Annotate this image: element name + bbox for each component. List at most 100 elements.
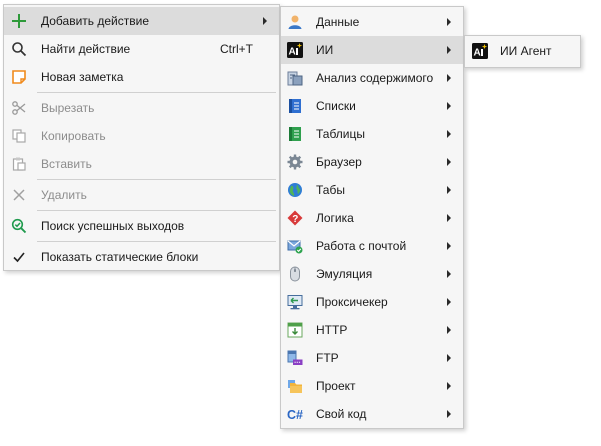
menu-item-copy[interactable]: Копировать: [4, 122, 279, 150]
search-check-icon: [11, 218, 27, 234]
submenu-item-own-code[interactable]: C# Свой код: [281, 400, 463, 428]
submenu-item-label: Проксичекер: [316, 295, 388, 309]
menu-item-cut[interactable]: Вырезать: [4, 94, 279, 122]
menu-item-label: Вставить: [41, 157, 92, 171]
submenu-arrow-icon: [447, 382, 451, 390]
menu-item-label: Вырезать: [41, 101, 95, 115]
submenu-item-ai-agent[interactable]: A ИИ Агент: [465, 37, 580, 65]
menu-item-label: Новая заметка: [41, 70, 124, 84]
menu-item-find-action[interactable]: Найти действие Ctrl+T: [4, 35, 279, 63]
logic-icon: ?: [287, 210, 303, 226]
proxy-checker-icon: [287, 295, 303, 310]
submenu-item-mail[interactable]: Работа с почтой: [281, 232, 463, 260]
submenu-item-browser[interactable]: Браузер: [281, 148, 463, 176]
menu-item-label: Копировать: [41, 129, 106, 143]
ftp-icon: [287, 350, 303, 365]
menu-separator: [37, 92, 276, 93]
submenu-arrow-icon: [447, 270, 451, 278]
submenu-arrow-icon: [447, 18, 451, 26]
submenu-arrow-icon: [447, 410, 451, 418]
scissors-icon: [12, 101, 26, 115]
note-icon: [12, 70, 26, 84]
submenu-item-lists[interactable]: Списки: [281, 92, 463, 120]
svg-text:A: A: [474, 48, 481, 59]
menu-item-label: Найти действие: [41, 42, 131, 56]
menu-item-show-static[interactable]: Показать статические блоки: [4, 243, 279, 271]
submenu-arrow-icon: [447, 242, 451, 250]
ai-submenu: A ИИ Агент: [464, 35, 581, 68]
submenu-arrow-icon: [447, 74, 451, 82]
plus-icon: [12, 14, 26, 28]
submenu-item-label: Проект: [316, 379, 356, 393]
submenu-item-label: Списки: [316, 99, 356, 113]
submenu-item-content-analysis[interactable]: Анализ содержимого: [281, 64, 463, 92]
menu-item-delete[interactable]: Удалить: [4, 181, 279, 209]
submenu-item-http[interactable]: HTTP: [281, 316, 463, 344]
menu-separator: [37, 241, 276, 242]
submenu-item-label: Таблицы: [316, 127, 366, 141]
copy-icon: [12, 129, 26, 143]
menu-separator: [37, 179, 276, 180]
lists-icon: [289, 99, 301, 113]
mail-icon: [287, 240, 303, 254]
user-data-icon: [288, 15, 302, 29]
submenu-item-tables[interactable]: Таблицы: [281, 120, 463, 148]
submenu-item-data[interactable]: Данные: [281, 8, 463, 36]
submenu-item-label: Логика: [316, 211, 354, 225]
submenu-arrow-icon: [447, 354, 451, 362]
submenu-item-label: HTTP: [316, 323, 348, 337]
submenu-item-proxy-checker[interactable]: Проксичекер: [281, 288, 463, 316]
submenu-item-label: Эмуляция: [316, 267, 373, 281]
menu-item-add-action[interactable]: Добавить действие: [4, 7, 279, 35]
submenu-item-label: Работа с почтой: [316, 239, 407, 253]
submenu-item-ai[interactable]: A ИИ: [281, 36, 463, 64]
search-icon: [12, 42, 27, 57]
submenu-arrow-icon: [447, 326, 451, 334]
menu-item-label: Добавить действие: [41, 14, 149, 28]
folder-icon: [288, 380, 302, 393]
submenu-item-ftp[interactable]: FTP: [281, 344, 463, 372]
svg-text:C#: C#: [287, 408, 303, 422]
context-menu: Добавить действие Найти действие Ctrl+T …: [3, 4, 280, 271]
csharp-icon: C#: [287, 408, 303, 422]
http-icon: [287, 322, 303, 338]
submenu-item-label: Свой код: [316, 407, 367, 421]
browser-gear-icon: [287, 154, 303, 170]
submenu-arrow-icon: [447, 298, 451, 306]
menu-item-label: Поиск успешных выходов: [41, 219, 185, 233]
mouse-icon: [290, 266, 300, 282]
submenu-item-emulation[interactable]: Эмуляция: [281, 260, 463, 288]
submenu-item-label: Браузер: [316, 155, 362, 169]
submenu-arrow-icon: [447, 186, 451, 194]
menu-item-search-success[interactable]: Поиск успешных выходов: [4, 212, 279, 240]
globe-icon: [288, 183, 302, 197]
tables-icon: [289, 127, 301, 141]
submenu-arrow-icon: [447, 158, 451, 166]
close-icon: [13, 189, 25, 201]
svg-text:?: ?: [292, 214, 298, 225]
menu-separator: [37, 210, 276, 211]
submenu-arrow-icon: [447, 130, 451, 138]
submenu-item-tabs[interactable]: Табы: [281, 176, 463, 204]
menu-item-paste[interactable]: Вставить: [4, 150, 279, 178]
ai-icon: A: [287, 42, 303, 58]
submenu-arrow-icon: [447, 46, 451, 54]
submenu-item-label: FTP: [316, 351, 339, 365]
submenu-item-label: ИИ: [316, 43, 334, 57]
ai-icon: A: [472, 43, 488, 59]
submenu-arrow-icon: [447, 214, 451, 222]
submenu-item-label: ИИ Агент: [500, 44, 552, 58]
menu-item-label: Удалить: [41, 188, 87, 202]
shortcut-label: Ctrl+T: [220, 42, 253, 56]
paste-icon: [12, 157, 26, 171]
submenu-arrow-icon: [263, 17, 267, 25]
submenu-arrow-icon: [447, 102, 451, 110]
menu-item-new-note[interactable]: Новая заметка: [4, 63, 279, 91]
submenu-item-project[interactable]: Проект: [281, 372, 463, 400]
submenu-item-label: Анализ содержимого: [316, 71, 434, 85]
submenu-item-logic[interactable]: ? Логика: [281, 204, 463, 232]
content-analysis-icon: [287, 71, 303, 86]
svg-text:A: A: [289, 47, 296, 58]
submenu-item-label: Табы: [316, 183, 345, 197]
add-action-submenu: Данные A ИИ Анализ содержимого Списки Та…: [280, 6, 464, 429]
